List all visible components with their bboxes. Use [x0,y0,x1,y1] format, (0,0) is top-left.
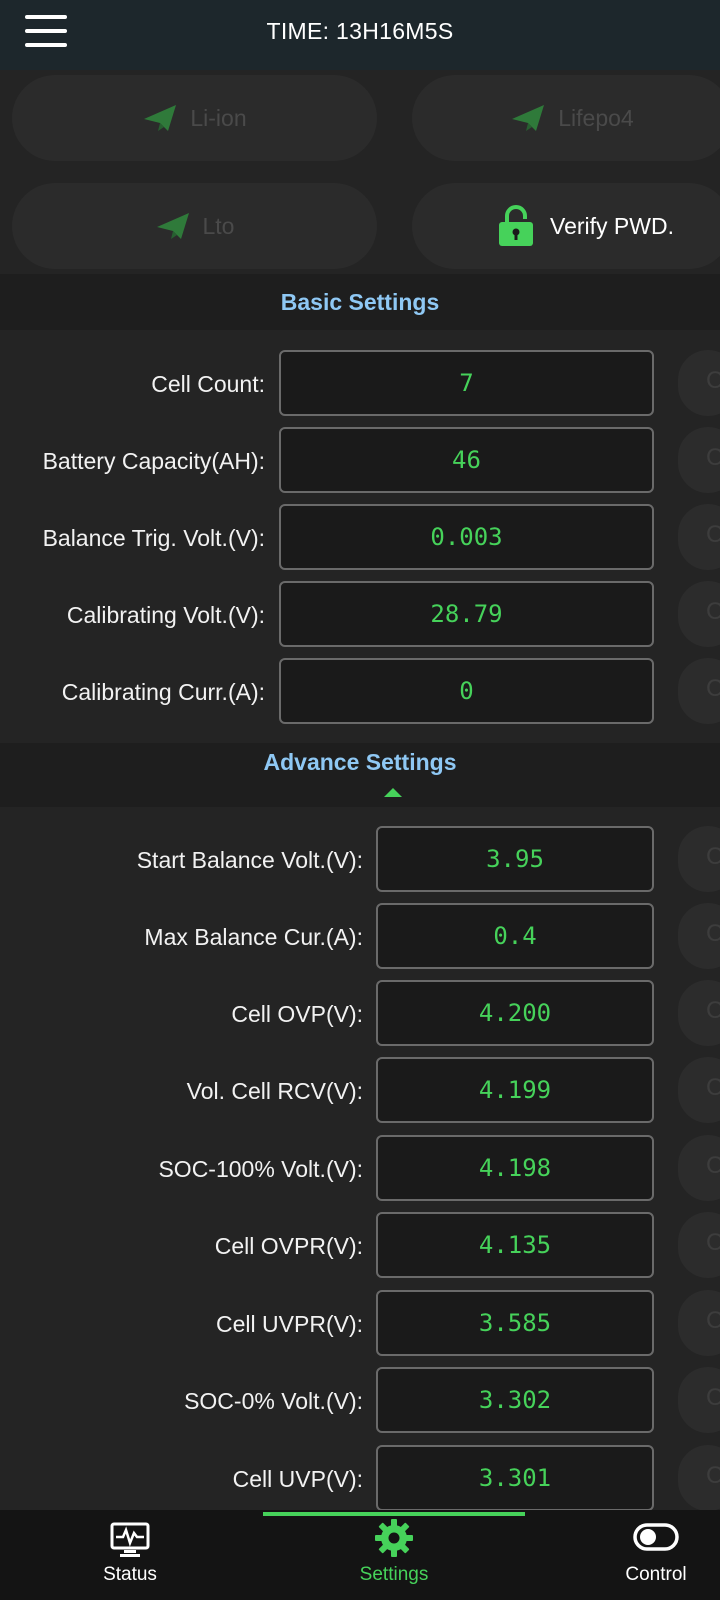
nav-control-label: Control [625,1564,687,1585]
set-button[interactable]: C [678,980,720,1046]
set-button[interactable]: C [678,504,720,570]
nav-control[interactable]: Control [536,1510,720,1600]
setting-label: Start Balance Volt.(V): [136,847,363,873]
set-button[interactable]: C [678,658,720,724]
soc-0-volt-input[interactable]: 3.302 [376,1367,654,1433]
set-button[interactable]: C [678,1212,720,1278]
nav-settings[interactable]: Settings [274,1510,514,1600]
basic-settings-header: Basic Settings [0,274,720,330]
set-button[interactable]: C [678,1057,720,1123]
setting-label: Cell Count: [151,371,265,397]
setting-label: Vol. Cell RCV(V): [186,1078,363,1104]
set-button[interactable]: C [678,427,720,493]
battery-type-area: Li-ion Lifepo4 Lto Verify PWD. [0,70,720,274]
setting-label: Max Balance Cur.(A): [144,924,363,950]
battery-type-lifepo4-button[interactable]: Lifepo4 [412,75,720,161]
nav-status[interactable]: Status [10,1510,250,1600]
advance-settings-title: Advance Settings [263,749,457,775]
setting-label: Calibrating Curr.(A): [61,679,265,705]
lock-icon [499,205,533,246]
cell-ovpr-input[interactable]: 4.135 [376,1212,654,1278]
paper-plane-icon [156,213,189,239]
paper-plane-icon [144,105,177,131]
advance-settings-header[interactable]: Advance Settings [0,743,720,807]
setting-label: Cell OVP(V): [231,1001,363,1027]
verify-password-button[interactable]: Verify PWD. [412,183,720,269]
app-root: TIME: 13H16M5S Li-ion Lifepo4 Lto Verify… [0,0,720,1600]
set-button[interactable]: C [678,1135,720,1201]
cell-uvp-input[interactable]: 3.301 [376,1445,654,1511]
setting-label: Cell UVPR(V): [216,1311,363,1337]
cell-uvpr-input[interactable]: 3.585 [376,1290,654,1356]
set-button[interactable]: C [678,1290,720,1356]
nav-status-label: Status [103,1564,157,1585]
setting-label: Balance Trig. Volt.(V): [42,525,265,551]
paper-plane-icon [512,105,545,131]
battery-type-liion-button[interactable]: Li-ion [12,75,377,161]
set-button[interactable]: C [678,581,720,647]
calibrating-volt-input[interactable]: 28.79 [279,581,654,647]
setting-label: SOC-100% Volt.(V): [158,1156,363,1182]
cell-ovp-input[interactable]: 4.200 [376,980,654,1046]
battery-type-label: Lifepo4 [558,104,634,131]
nav-settings-label: Settings [359,1564,429,1585]
battery-type-label: Lto [202,212,235,239]
gear-icon [375,1519,413,1557]
start-balance-volt-input[interactable]: 3.95 [376,826,654,892]
setting-label: Battery Capacity(AH): [42,448,265,474]
time-title: TIME: 13H16M5S [266,18,454,44]
setting-label: SOC-0% Volt.(V): [184,1388,363,1414]
verify-password-label: Verify PWD. [550,212,674,239]
monitor-pulse-icon [110,1522,150,1557]
nav-active-indicator [263,1512,525,1516]
set-button[interactable]: C [678,1445,720,1511]
collapse-arrow-icon[interactable] [384,788,402,797]
battery-type-lto-button[interactable]: Lto [12,183,377,269]
battery-capacity-input[interactable]: 46 [279,427,654,493]
setting-label: Cell OVPR(V): [214,1233,363,1259]
bottom-nav: Status Settings Control [0,1510,720,1600]
setting-label: Cell UVP(V): [232,1466,363,1492]
set-button[interactable]: C [678,1367,720,1433]
basic-settings-title: Basic Settings [280,289,440,315]
setting-label: Calibrating Volt.(V): [66,602,265,628]
toggle-icon [633,1523,679,1551]
set-button[interactable]: C [678,826,720,892]
top-bar: TIME: 13H16M5S [0,0,720,70]
battery-type-label: Li-ion [190,104,247,131]
soc-100-volt-input[interactable]: 4.198 [376,1135,654,1201]
set-button[interactable]: C [678,903,720,969]
max-balance-cur-input[interactable]: 0.4 [376,903,654,969]
balance-trig-volt-input[interactable]: 0.003 [279,504,654,570]
calibrating-curr-input[interactable]: 0 [279,658,654,724]
cell-count-input[interactable]: 7 [279,350,654,416]
vol-cell-rcv-input[interactable]: 4.199 [376,1057,654,1123]
set-button[interactable]: C [678,350,720,416]
